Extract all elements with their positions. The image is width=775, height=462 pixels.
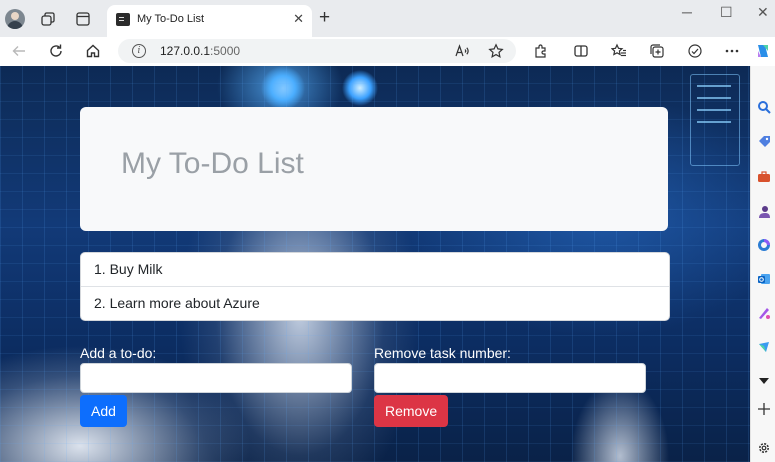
task-item: 2. Learn more about Azure: [81, 286, 669, 320]
refresh-icon[interactable]: [46, 41, 66, 61]
terminal-icon: [116, 13, 130, 26]
remove-button[interactable]: Remove: [374, 395, 449, 427]
workspaces-icon[interactable]: [38, 9, 58, 29]
url-port: :5000: [210, 44, 241, 58]
task-list: 1. Buy Milk 2. Learn more about Azure: [80, 252, 670, 321]
page-title: My To-Do List: [121, 147, 304, 180]
background-panel: [690, 74, 740, 166]
microsoft-365-icon[interactable]: [757, 238, 771, 252]
home-icon[interactable]: [83, 41, 103, 61]
read-aloud-icon[interactable]: [452, 41, 472, 61]
outlook-icon[interactable]: [757, 272, 771, 286]
close-window-button[interactable]: ✕: [757, 4, 769, 21]
games-icon[interactable]: [757, 205, 771, 219]
minimize-button[interactable]: ─: [682, 4, 692, 20]
task-item: 1. Buy Milk: [94, 261, 163, 277]
more-icon[interactable]: [722, 41, 742, 61]
profile-avatar[interactable]: [5, 9, 25, 29]
tab-strip: My To-Do List ✕ + ─ ☐ ✕: [0, 0, 775, 37]
jumbotron: My To-Do List: [80, 107, 668, 231]
drop-icon[interactable]: [757, 340, 771, 354]
address-toolbar: i 127.0.0.1:5000: [0, 37, 775, 67]
info-icon[interactable]: i: [132, 44, 146, 58]
tab-actions-icon[interactable]: [73, 9, 93, 29]
shopping-icon[interactable]: [757, 135, 771, 149]
add-todo-label: Add a to-do:: [80, 345, 157, 361]
back-icon[interactable]: [9, 41, 29, 61]
add-icon[interactable]: [757, 402, 771, 416]
tab-close-icon[interactable]: ✕: [293, 11, 304, 27]
add-button[interactable]: Add: [80, 395, 127, 427]
remove-task-input[interactable]: [374, 363, 646, 393]
designer-icon[interactable]: [757, 306, 771, 320]
remove-task-label: Remove task number:: [374, 345, 511, 361]
url-text[interactable]: 127.0.0.1:5000: [160, 44, 240, 58]
url-host: 127.0.0.1: [160, 44, 211, 58]
collections-icon[interactable]: [647, 41, 667, 61]
tab-title: My To-Do List: [137, 13, 205, 25]
edge-sidebar: [750, 66, 775, 462]
search-icon[interactable]: [757, 100, 771, 114]
settings-icon[interactable]: [757, 441, 771, 455]
extensions-icon[interactable]: [531, 41, 551, 61]
maximize-button[interactable]: ☐: [720, 4, 733, 21]
new-tab-button[interactable]: +: [319, 7, 330, 29]
add-todo-input[interactable]: [80, 363, 352, 393]
performance-icon[interactable]: [685, 41, 705, 61]
collapse-icon[interactable]: [757, 374, 771, 388]
page-viewport: My To-Do List 1. Buy Milk 2. Learn more …: [0, 66, 750, 462]
copilot-icon[interactable]: [753, 41, 773, 61]
tools-icon[interactable]: [757, 170, 771, 184]
split-screen-icon[interactable]: [571, 41, 591, 61]
favorite-star-icon[interactable]: [486, 41, 506, 61]
favorites-icon[interactable]: [609, 41, 629, 61]
tab-active[interactable]: My To-Do List ✕: [107, 5, 312, 37]
